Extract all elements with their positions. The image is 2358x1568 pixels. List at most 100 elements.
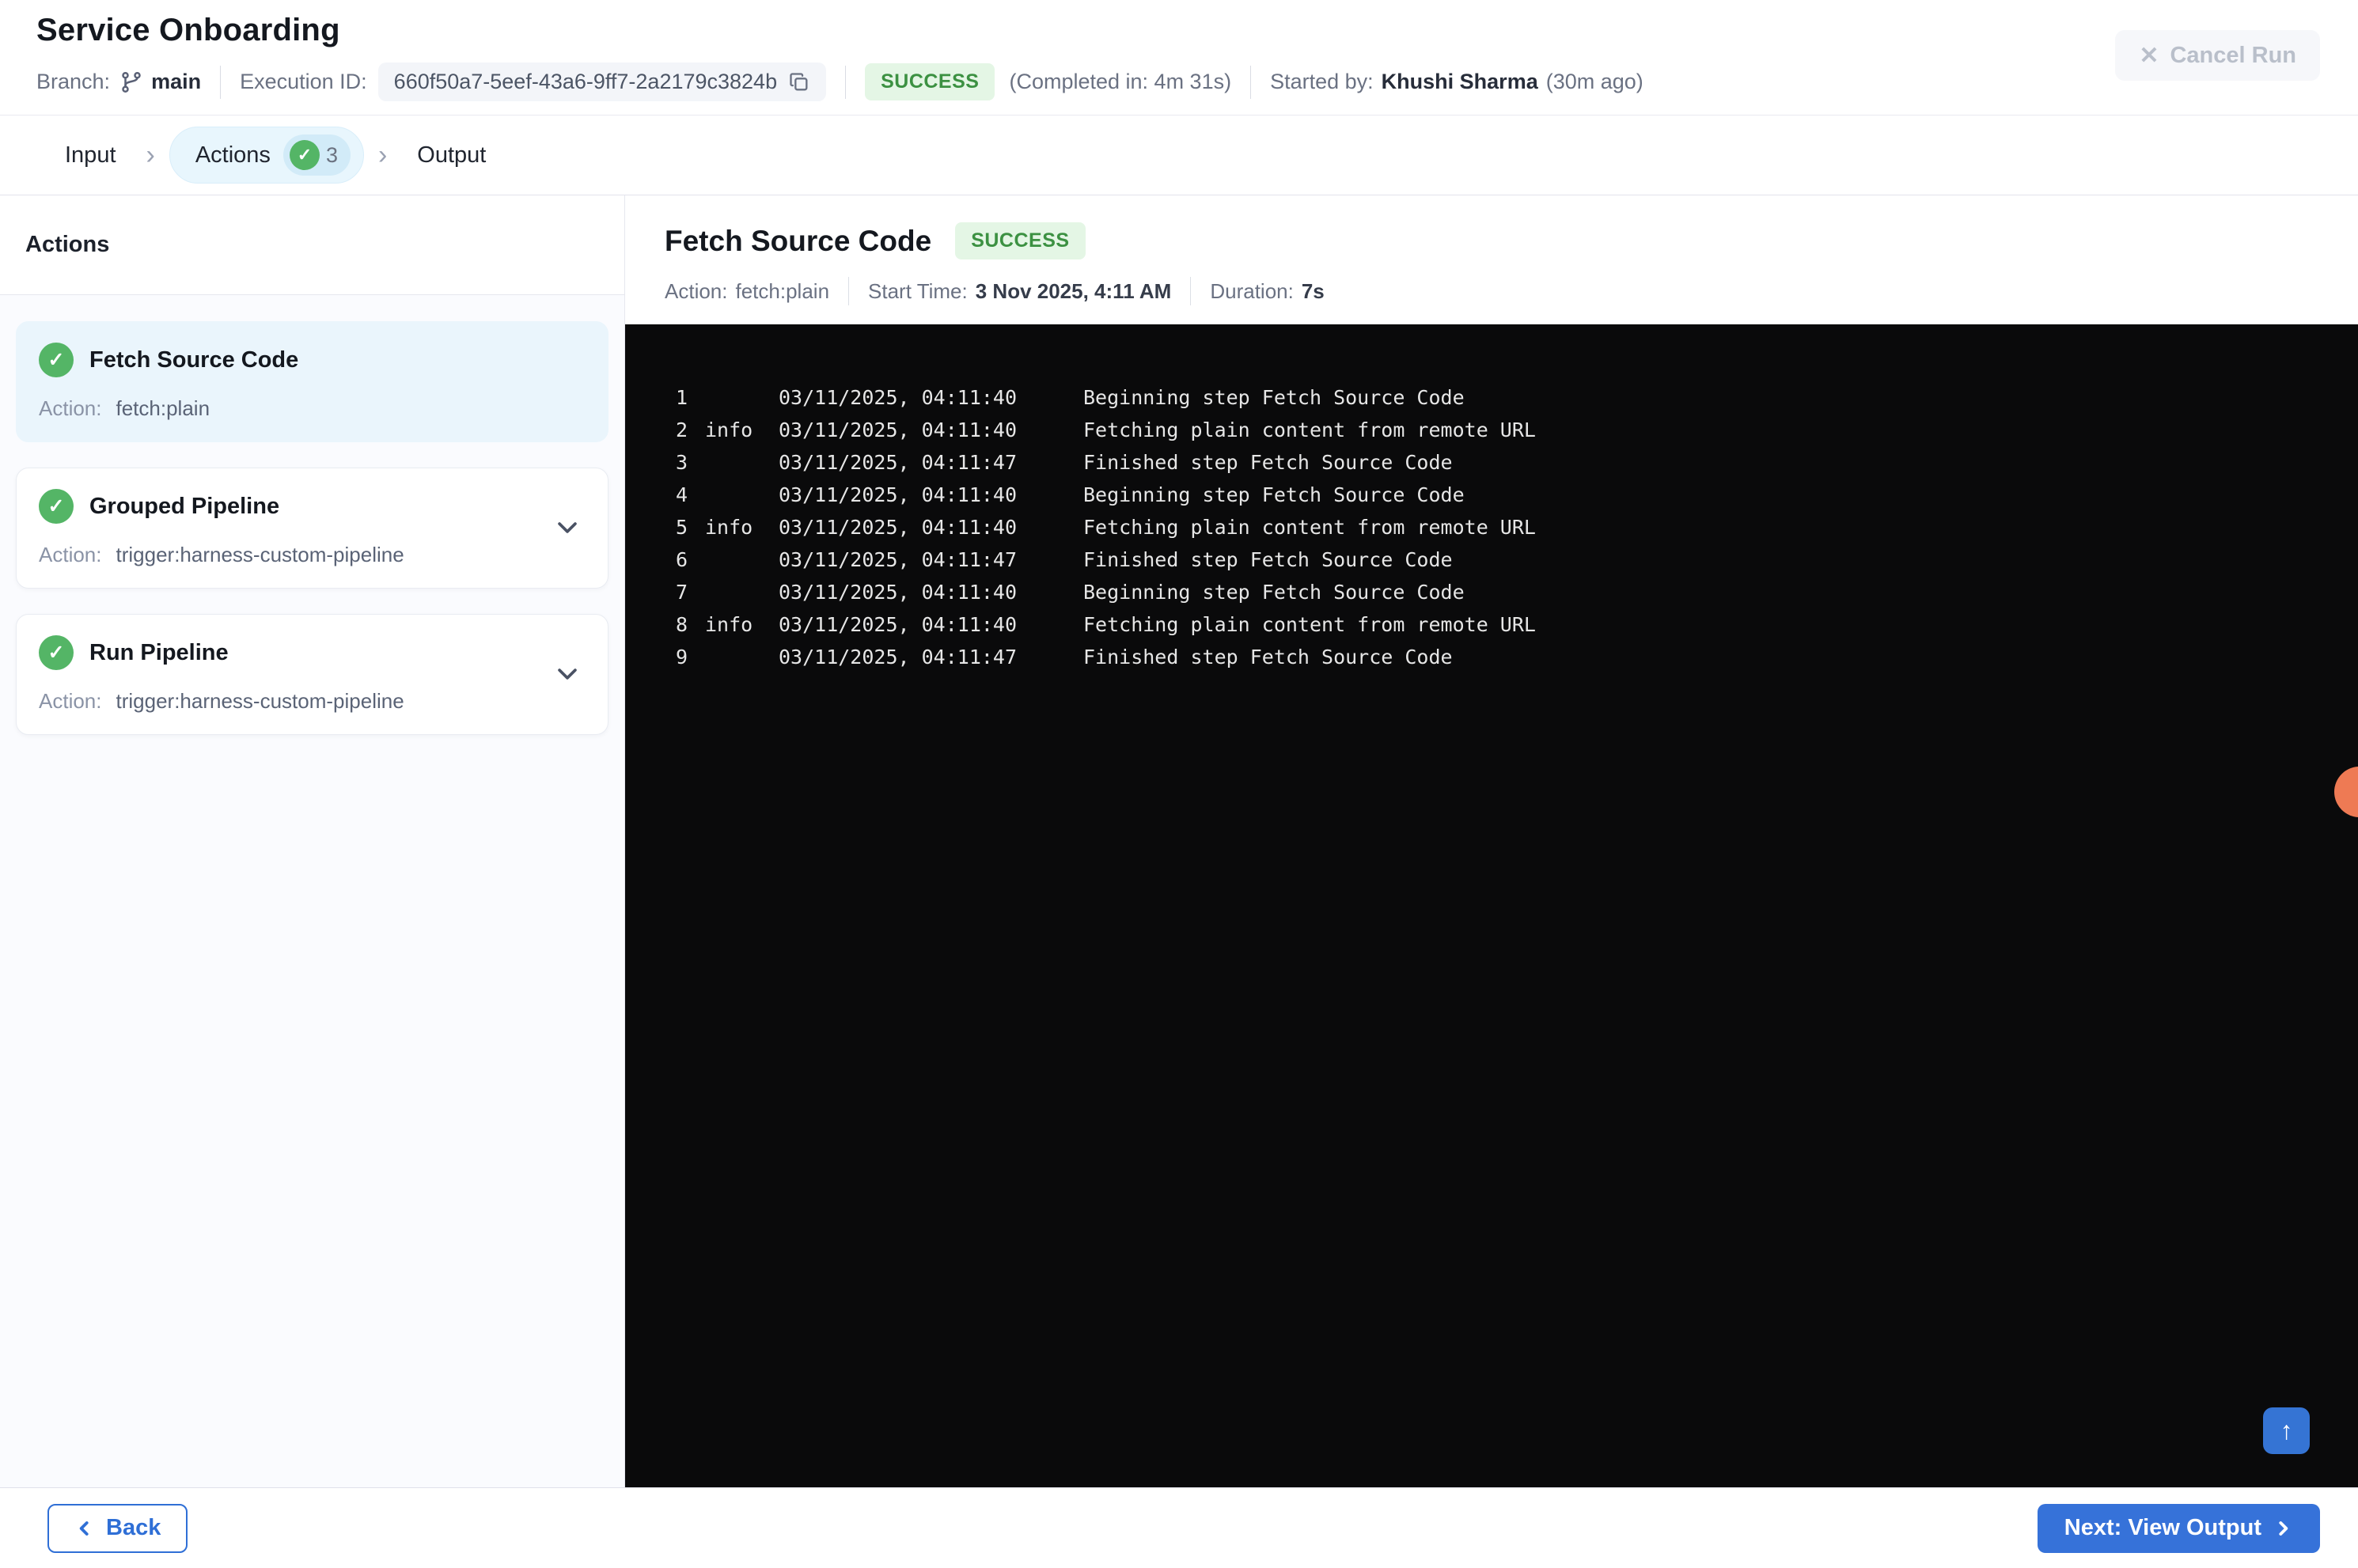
log-line: 8 info 03/11/2025, 04:11:40 Fetching plain … (676, 613, 2358, 646)
action-card[interactable]: ✓ Run Pipeline Action: trigger:harness-cust… (16, 614, 608, 735)
log-console[interactable]: 1 03/11/2025, 04:11:40 Beginning step Fetc… (625, 324, 2358, 1487)
back-button[interactable]: Back (47, 1503, 188, 1553)
log-level: info (705, 419, 753, 441)
log-timestamp: 03/11/2025, 04:11:40 (779, 419, 1018, 441)
log-line: 5 info 03/11/2025, 04:11:40 Fetching plain … (676, 516, 2358, 548)
log-line-number: 3 (676, 451, 688, 474)
arrow-up-icon: ↑ (2280, 1416, 2293, 1445)
log-message: Finished step Fetch Source Code (1083, 646, 1453, 668)
content: Actions ✓ Fetch Source Code Action: fetch:p… (0, 195, 2358, 1487)
action-card-title: Fetch Source Code (89, 347, 299, 373)
actions-sidebar: Actions ✓ Fetch Source Code Action: fetch:p… (0, 195, 625, 1487)
workflow-execution-page: Service Onboarding Branch: main Executio… (0, 0, 2358, 1568)
cancel-run-button[interactable]: ✕ Cancel Run (2115, 30, 2320, 81)
log-level: info (705, 516, 753, 539)
log-message: Fetching plain content from remote URL (1083, 613, 1536, 636)
log-line: 4 03/11/2025, 04:11:40 Beginning step Fetc… (676, 483, 2358, 516)
detail-title: Fetch Source Code (665, 224, 932, 257)
started-by-name: Khushi Sharma (1381, 70, 1538, 93)
action-card-list: ✓ Fetch Source Code Action: fetch:plain ✓ Gro… (0, 295, 624, 761)
cancel-run-label: Cancel Run (2170, 42, 2296, 68)
sidebar-heading: Actions (25, 232, 110, 257)
git-branch-icon (122, 71, 141, 93)
log-message: Finished step Fetch Source Code (1083, 451, 1453, 474)
detail-duration-meta: Duration: 7s (1210, 278, 1325, 303)
log-timestamp: 03/11/2025, 04:11:40 (779, 581, 1018, 604)
tab-input[interactable]: Input (49, 142, 132, 169)
footer: Back Next: View Output (0, 1487, 2358, 1568)
log-timestamp: 03/11/2025, 04:11:40 (779, 483, 1018, 506)
detail-action-meta: Action: fetch:plain (665, 278, 830, 303)
execution-meta-row: Branch: main Execution ID: 660f50a7-5eef… (36, 62, 2320, 101)
next-button-label: Next: View Output (2064, 1515, 2261, 1540)
action-card[interactable]: ✓ Grouped Pipeline Action: trigger:harness-… (16, 468, 608, 589)
log-line-number: 2 (676, 419, 688, 441)
log-line-number: 4 (676, 483, 688, 506)
action-value: fetch:plain (116, 396, 210, 420)
detail-start-time-meta: Start Time: 3 Nov 2025, 4:11 AM (868, 278, 1172, 303)
log-line-number: 1 (676, 386, 688, 409)
divider (845, 65, 847, 99)
tab-bar: Input › Actions ✓ 3 › Output (0, 116, 2358, 195)
close-icon: ✕ (2139, 42, 2159, 69)
action-value: trigger:harness-custom-pipeline (116, 689, 404, 713)
execution-id-label: Execution ID: (240, 70, 367, 93)
detail-meta-row: Action: fetch:plain Start Time: 3 Nov 20… (665, 277, 2358, 305)
detail-header: Fetch Source Code SUCCESS Action: fetch:… (625, 195, 2358, 324)
log-line: 1 03/11/2025, 04:11:40 Beginning step Fetc… (676, 386, 2358, 419)
divider (220, 65, 222, 99)
success-check-icon: ✓ (39, 635, 74, 670)
success-check-icon: ✓ (39, 343, 74, 377)
log-message: Beginning step Fetch Source Code (1083, 483, 1465, 506)
log-message: Fetching plain content from remote URL (1083, 516, 1536, 539)
log-line-number: 9 (676, 646, 688, 668)
log-message: Fetching plain content from remote URL (1083, 419, 1536, 441)
branch-label: Branch: (36, 70, 111, 93)
chevron-right-icon (2279, 1521, 2288, 1536)
execution-id-value: 660f50a7-5eef-43a6-9ff7-2a2179c3824b (393, 70, 778, 93)
divider (1190, 277, 1192, 305)
tab-success-count-badge: ✓ 3 (282, 134, 351, 176)
log-timestamp: 03/11/2025, 04:11:40 (779, 516, 1018, 539)
scroll-to-top-button[interactable]: ↑ (2263, 1407, 2310, 1454)
check-circle-icon: ✓ (289, 140, 320, 170)
log-timestamp: 03/11/2025, 04:11:40 (779, 613, 1018, 636)
log-timestamp: 03/11/2025, 04:11:40 (779, 386, 1018, 409)
back-button-label: Back (106, 1515, 161, 1540)
action-label: Action: (39, 689, 102, 713)
action-card-title: Grouped Pipeline (89, 493, 280, 519)
log-line-number: 5 (676, 516, 688, 539)
chevron-right-icon: › (377, 140, 388, 170)
log-line: 2 info 03/11/2025, 04:11:40 Fetching plain … (676, 419, 2358, 451)
action-label: Action: (39, 396, 102, 420)
action-card-title: Run Pipeline (89, 639, 229, 665)
completed-in-text: (Completed in: 4m 31s) (1009, 70, 1232, 93)
divider (848, 277, 850, 305)
copy-icon[interactable] (788, 71, 810, 93)
log-line: 9 03/11/2025, 04:11:47 Finished step Fetch… (676, 646, 2358, 678)
log-line: 7 03/11/2025, 04:11:40 Beginning step Fetc… (676, 581, 2358, 613)
branch-name: main (151, 70, 202, 93)
log-message: Beginning step Fetch Source Code (1083, 386, 1465, 409)
tab-count-value: 3 (325, 142, 338, 167)
divider (1250, 65, 1252, 99)
tab-output[interactable]: Output (401, 142, 502, 169)
next-view-output-button[interactable]: Next: View Output (2037, 1503, 2320, 1553)
log-message: Finished step Fetch Source Code (1083, 548, 1453, 571)
chevron-down-icon[interactable] (554, 661, 581, 687)
started-by-label: Started by: (1270, 70, 1374, 93)
log-message: Beginning step Fetch Source Code (1083, 581, 1465, 604)
action-card[interactable]: ✓ Fetch Source Code Action: fetch:plain (16, 321, 608, 442)
tab-label: Actions (195, 142, 271, 168)
started-ago-text: (30m ago) (1545, 70, 1643, 93)
tab-actions[interactable]: Actions ✓ 3 (169, 127, 364, 184)
chevron-down-icon[interactable] (554, 514, 581, 541)
log-timestamp: 03/11/2025, 04:11:47 (779, 548, 1018, 571)
log-line-number: 6 (676, 548, 688, 571)
log-line-number: 8 (676, 613, 688, 636)
page-title: Service Onboarding (36, 13, 340, 47)
log-level: info (705, 613, 753, 636)
detail-status-badge: SUCCESS (955, 222, 1086, 259)
action-detail-panel: Fetch Source Code SUCCESS Action: fetch:… (625, 195, 2358, 1487)
chevron-right-icon: › (146, 140, 155, 170)
